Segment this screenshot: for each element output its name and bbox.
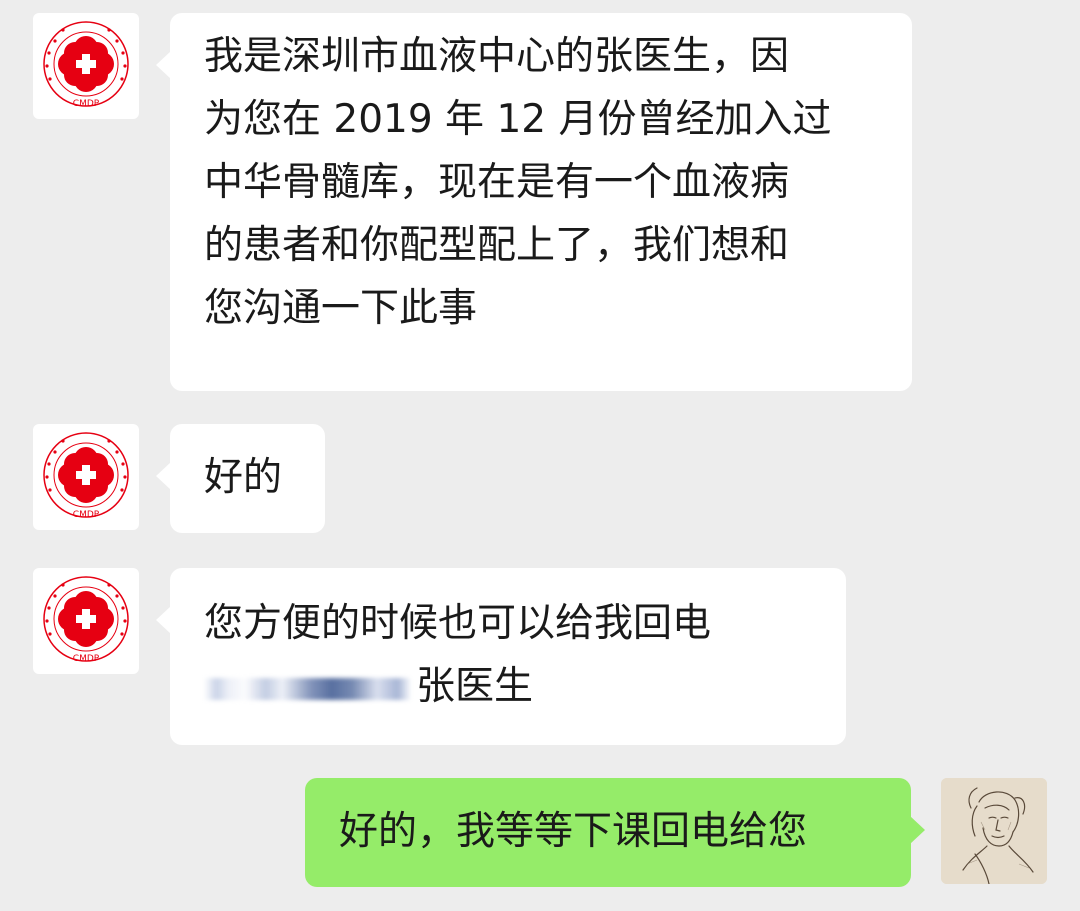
- message-bubble-incoming[interactable]: 您方便的时候也可以给我回电 张医生: [156, 568, 846, 745]
- message-line: 中华骨髓库，现在是有一个血液病: [204, 160, 790, 205]
- message-line: 的患者和你配型配上了，我们想和: [204, 223, 790, 268]
- contact-avatar[interactable]: CMDP: [33, 424, 139, 530]
- cmdp-logo-icon: CMDP: [43, 576, 129, 664]
- message-bubble-incoming[interactable]: 好的: [156, 424, 325, 533]
- message-signature: 张医生: [416, 664, 534, 709]
- message-line: 好的: [204, 455, 283, 500]
- message-line: 为您在 2019 年 12 月份曾经加入过: [204, 97, 832, 142]
- contact-avatar[interactable]: CMDP: [33, 568, 139, 674]
- svg-text:CMDP: CMDP: [73, 654, 100, 664]
- message-line: 好的，我等等下课回电给您: [339, 809, 808, 854]
- svg-text:CMDP: CMDP: [73, 99, 100, 109]
- chat-screen: { "contact": { "avatar_icon": "cmdp-logo…: [0, 0, 1080, 911]
- cmdp-logo-icon: CMDP: [43, 432, 129, 520]
- message-line: 您方便的时候也可以给我回电: [204, 601, 712, 646]
- message-line: 我是深圳市血液中心的张医生，因: [204, 34, 790, 79]
- message-line: 张医生: [204, 655, 826, 718]
- sketch-portrait-avatar-icon: [941, 778, 1047, 884]
- message-line: 您沟通一下此事: [204, 286, 478, 331]
- message-bubble-outgoing[interactable]: 好的，我等等下课回电给您: [305, 778, 925, 887]
- cmdp-logo-icon: CMDP: [43, 21, 129, 109]
- blurred-phone-number: [204, 677, 410, 700]
- message-bubble-incoming[interactable]: 我是深圳市血液中心的张医生，因 为您在 2019 年 12 月份曾经加入过 中华…: [156, 13, 912, 391]
- self-avatar[interactable]: [941, 778, 1047, 884]
- svg-text:CMDP: CMDP: [73, 510, 100, 520]
- contact-avatar[interactable]: CMDP: [33, 13, 139, 119]
